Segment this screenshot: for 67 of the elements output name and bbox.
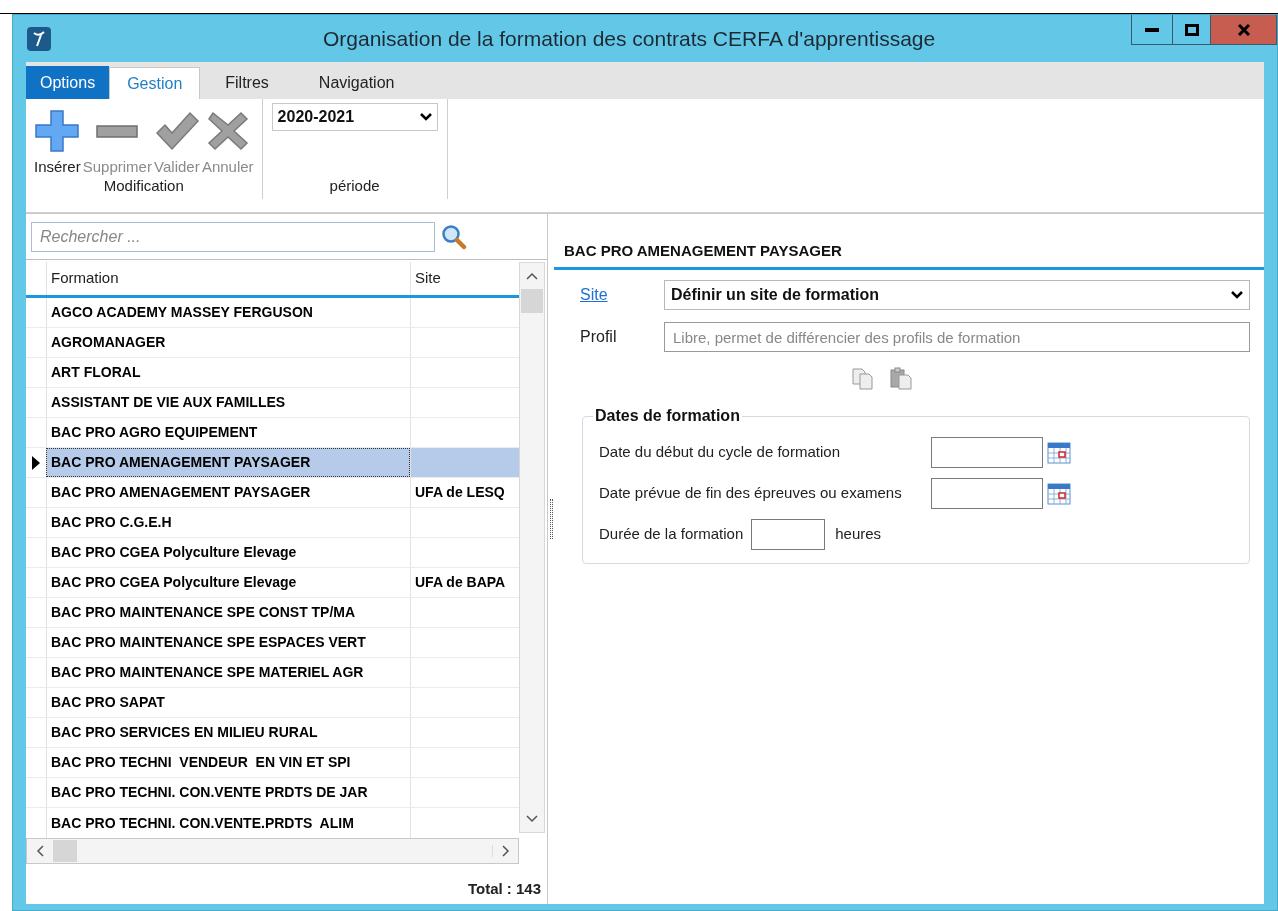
table-cell[interactable]: BAC PRO SERVICES EN MILIEU RURAL [46, 718, 410, 747]
table-cell[interactable]: ASSISTANT DE VIE AUX FAMILLES [46, 388, 410, 417]
calendar-icon[interactable] [1047, 482, 1071, 505]
vertical-scrollbar[interactable] [519, 262, 545, 833]
app-logo-icon [27, 26, 51, 51]
paste-icon[interactable] [888, 366, 914, 392]
calendar-icon[interactable] [1047, 441, 1071, 464]
hours-field[interactable] [751, 519, 826, 550]
copy-icon[interactable] [850, 366, 876, 392]
ribbon-tab[interactable]: Navigation [293, 66, 420, 99]
column-header[interactable]: Formation [46, 262, 410, 295]
table-cell[interactable]: BAC PRO SAPAT [46, 688, 410, 717]
field-label: Profil [580, 328, 617, 345]
table-cell[interactable]: BAC PRO AMENAGEMENT PAYSAGER [46, 478, 410, 507]
table-cell[interactable]: BAC PRO TECHNI VENDEUR EN VIN ET SPI [46, 748, 410, 777]
toolbar-button[interactable]: Insérer [33, 109, 82, 179]
ribbon-tab[interactable]: Gestion [109, 67, 201, 100]
checkmark-icon [153, 109, 200, 153]
close-button[interactable] [1211, 15, 1277, 45]
file-tab[interactable]: Options [26, 66, 110, 99]
horizontal-scrollbar[interactable] [26, 838, 519, 864]
plus-icon [34, 109, 81, 153]
period-dropdown[interactable]: 2020-2021 [271, 103, 438, 131]
profil-field[interactable]: Libre, permet de différencier des profils de formation [664, 322, 1250, 352]
chevron-down-icon [419, 113, 432, 121]
table-cell[interactable] [410, 448, 519, 477]
table-cell[interactable]: BAC PRO CGEA Polyculture Elevage [46, 538, 410, 567]
ribbon-tab[interactable]: Filtres [200, 66, 294, 99]
table-cell[interactable]: ART FLORAL [46, 358, 410, 387]
field-label: Date du début du cycle de formation [599, 442, 841, 463]
field-label: Date prévue de fin des épreuves ou examens [599, 483, 903, 504]
minimize-icon [1145, 27, 1159, 32]
table-cell[interactable]: BAC PRO CGEA Polyculture Elevage [46, 568, 410, 597]
scroll-up-icon[interactable] [526, 272, 538, 280]
row-pointer-icon [32, 455, 40, 470]
table-cell[interactable]: AGCO ACADEMY MASSEY FERGUSON [46, 298, 410, 327]
scroll-down-icon[interactable] [526, 815, 538, 823]
scroll-right-icon[interactable] [501, 845, 510, 857]
scroll-thumb[interactable] [53, 840, 77, 862]
date-field[interactable] [931, 478, 1043, 509]
table-cell[interactable]: AGROMANAGER [46, 328, 410, 357]
total-count: Total : 143 [467, 879, 541, 899]
table-cell[interactable]: BAC PRO AGRO EQUIPEMENT [46, 418, 410, 447]
site-link[interactable]: Site [580, 286, 608, 303]
search-icon[interactable] [441, 223, 467, 250]
field-label: Durée de la formation [599, 524, 744, 545]
minimize-button[interactable] [1131, 15, 1173, 45]
window-title: Organisation de la formation des contrats CERFA d'apprentissage [323, 26, 936, 52]
search-field[interactable]: Rechercher ... [31, 221, 435, 252]
unit-label: heures [835, 524, 882, 545]
scroll-thumb[interactable] [521, 289, 543, 313]
table-cell[interactable]: BAC PRO AMENAGEMENT PAYSAGER [46, 448, 410, 477]
maximize-icon [1184, 23, 1199, 36]
close-icon [1236, 23, 1251, 36]
table-cell[interactable]: BAC PRO MAINTENANCE SPE ESPACES VERT [46, 628, 410, 657]
splitter-handle[interactable] [549, 499, 553, 539]
table-cell[interactable]: BAC PRO TECHNI. CON.VENTE PRDTS DE JAR [46, 778, 410, 807]
table-cell[interactable]: BAC PRO C.G.E.H [46, 508, 410, 537]
section-title: BAC PRO AMENAGEMENT PAYSAGER [564, 241, 842, 262]
date-field[interactable] [931, 437, 1043, 468]
minus-icon [96, 124, 139, 138]
chevron-down-icon [1231, 291, 1243, 299]
table-cell[interactable]: BAC PRO MAINTENANCE SPE MATERIEL AGR [46, 658, 410, 687]
table-cell[interactable]: BAC PRO MAINTENANCE SPE CONST TP/MA [46, 598, 410, 627]
group-label: période [329, 175, 380, 196]
site-dropdown[interactable]: Définir un site de formation [664, 280, 1250, 310]
scroll-left-icon[interactable] [36, 845, 44, 857]
